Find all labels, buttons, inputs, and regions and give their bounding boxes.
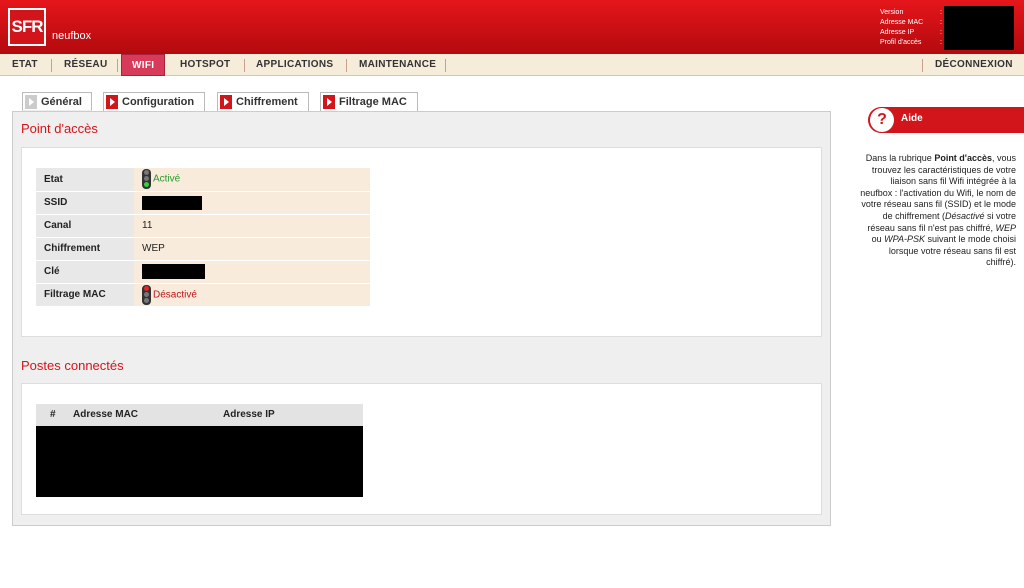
device-info: Version: Adresse MAC: Adresse IP: Profil… — [880, 9, 942, 46]
row-canal: Canal 11 — [36, 214, 370, 238]
row-filtrage-mac: Filtrage MAC Désactivé — [36, 283, 370, 307]
tab-configuration[interactable]: Configuration — [103, 92, 205, 111]
col-mac: Adresse MAC — [73, 409, 139, 420]
top-header: SFR neufbox Version: Adresse MAC: Adress… — [0, 0, 1024, 54]
connected-table-header: # Adresse MAC Adresse IP — [36, 404, 363, 426]
help-icon: ? — [870, 108, 894, 132]
nav-wifi[interactable]: WIFI — [121, 54, 166, 76]
row-chiffrement: Chiffrement WEP — [36, 237, 370, 261]
info-label-mac: Adresse MAC — [880, 19, 924, 26]
ssid-redacted — [142, 195, 202, 210]
connected-table-redacted — [36, 426, 363, 497]
help-header: ? Aide — [868, 107, 1024, 133]
arrow-right-icon — [323, 95, 335, 109]
tab-general[interactable]: Général — [22, 92, 92, 111]
sfr-logo: SFR — [8, 8, 46, 46]
label-filtrage-mac: Filtrage MAC — [36, 283, 134, 307]
nav-maintenance[interactable]: MAINTENANCE — [359, 54, 436, 76]
col-ip: Adresse IP — [223, 409, 275, 420]
main-nav: ETAT RÉSEAU WIFI HOTSPOT APPLICATIONS MA… — [0, 54, 1024, 76]
value-chiffrement: WEP — [134, 237, 370, 261]
nav-hotspot[interactable]: HOTSPOT — [180, 54, 230, 76]
arrow-right-icon — [220, 95, 232, 109]
access-point-title: Point d'accès — [21, 121, 98, 136]
arrow-right-icon — [25, 95, 37, 109]
row-ssid: SSID — [36, 191, 370, 215]
value-etat: Activé — [153, 173, 181, 185]
access-point-table: Etat Activé SSID Canal 11 Chiffrement WE… — [36, 168, 370, 307]
status-light-off-icon — [142, 284, 151, 305]
col-index: # — [50, 409, 56, 420]
label-canal: Canal — [36, 214, 134, 238]
arrow-right-icon — [106, 95, 118, 109]
info-label-version: Version — [880, 9, 904, 16]
nav-reseau[interactable]: RÉSEAU — [64, 54, 107, 76]
connected-title: Postes connectés — [21, 358, 124, 373]
tab-filtrage-mac[interactable]: Filtrage MAC — [320, 92, 418, 111]
help-text: Dans la rubrique Point d'accès, vous tro… — [860, 153, 1016, 268]
label-etat: Etat — [36, 168, 134, 192]
key-redacted — [142, 264, 205, 279]
nav-logout[interactable]: DÉCONNEXION — [935, 54, 1013, 76]
tab-chiffrement[interactable]: Chiffrement — [217, 92, 309, 111]
label-ssid: SSID — [36, 191, 134, 215]
row-etat: Etat Activé — [36, 168, 370, 192]
brand-name: neufbox — [52, 30, 92, 42]
nav-etat[interactable]: ETAT — [12, 54, 38, 76]
info-label-profile: Profil d'accès — [880, 39, 922, 46]
row-cle: Clé — [36, 260, 370, 284]
help-title: Aide — [901, 113, 923, 124]
value-filtrage-mac: Désactivé — [153, 289, 197, 301]
device-info-redacted — [944, 6, 1014, 50]
info-label-ip: Adresse IP — [880, 29, 915, 36]
nav-applications[interactable]: APPLICATIONS — [256, 54, 333, 76]
label-cle: Clé — [36, 260, 134, 284]
status-light-on-icon — [142, 169, 151, 190]
label-chiffrement: Chiffrement — [36, 237, 134, 261]
value-canal: 11 — [134, 214, 370, 238]
